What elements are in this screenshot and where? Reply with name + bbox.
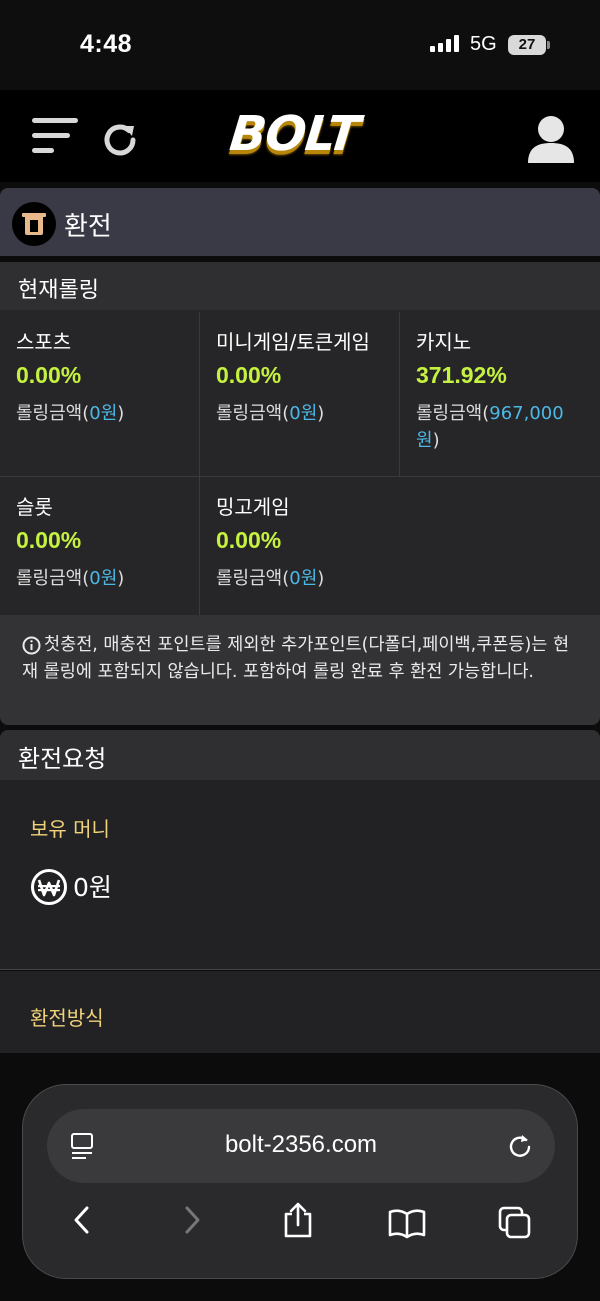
withdraw-icon: [12, 202, 56, 246]
rolling-card-minigame: 미니게임/토큰게임 0.00% 롤링금액(0원): [200, 312, 400, 477]
battery-tip: [547, 41, 550, 49]
network-type: 5G: [470, 33, 497, 55]
page-title-bar: 환전: [0, 188, 600, 256]
share-icon[interactable]: [281, 1201, 315, 1239]
rolling-percent: 0.00%: [216, 527, 282, 553]
rolling-amount: 롤링금액(0원): [16, 568, 125, 589]
money-section: 보유 머니 0원: [0, 780, 600, 970]
notice-text: 첫충전, 매충전 포인트를 제외한 추가포인트(다폴더,페이백,쿠폰등)는 현재…: [22, 635, 570, 682]
back-icon[interactable]: [67, 1205, 97, 1235]
rolling-name: 스포츠: [16, 330, 72, 354]
refresh-icon[interactable]: [100, 120, 140, 160]
request-heading-bar: 환전요청: [0, 730, 600, 780]
rolling-percent: 0.00%: [216, 362, 282, 388]
browser-toolbar: bolt-2356.com: [22, 1084, 578, 1279]
rolling-card-casino: 카지노 371.92% 롤링금액(967,000원): [400, 312, 600, 477]
user-icon[interactable]: [526, 115, 576, 163]
address-bar[interactable]: bolt-2356.com: [47, 1109, 555, 1183]
method-section: 환전방식: [0, 971, 600, 1053]
rolling-card-slot: 슬롯 0.00% 롤링금액(0원): [0, 477, 200, 615]
tabs-icon[interactable]: [497, 1205, 533, 1241]
request-heading: 환전요청: [18, 745, 107, 773]
rolling-name: 밍고게임: [216, 495, 290, 519]
reload-icon[interactable]: [505, 1131, 535, 1161]
balance-value: 0원: [73, 873, 112, 902]
bookmarks-icon[interactable]: [387, 1207, 427, 1239]
rolling-notice: 첫충전, 매충전 포인트를 제외한 추가포인트(다폴더,페이백,쿠폰등)는 현재…: [0, 615, 600, 725]
rolling-percent: 0.00%: [16, 362, 82, 388]
rolling-percent: 371.92%: [416, 362, 507, 388]
rolling-name: 카지노: [416, 330, 472, 354]
clock: 4:48: [80, 30, 133, 58]
rolling-amount: 롤링금액(0원): [216, 403, 325, 424]
rolling-amount: 롤링금액(0원): [16, 403, 125, 424]
menu-icon[interactable]: [32, 118, 80, 158]
battery-icon: 27: [508, 35, 546, 55]
app-header: BOLT: [0, 90, 600, 182]
page-title: 환전: [64, 212, 112, 242]
rolling-card-sports: 스포츠 0.00% 롤링금액(0원): [0, 312, 200, 477]
rolling-amount: 롤링금액(967,000원): [416, 403, 564, 451]
status-bar: 4:48 5G 27: [0, 0, 600, 90]
rolling-card-mingo: 밍고게임 0.00% 롤링금액(0원): [200, 477, 600, 615]
money-label: 보유 머니: [30, 817, 110, 841]
rolling-percent: 0.00%: [16, 527, 82, 553]
rolling-heading-bar: 현재롤링: [0, 262, 600, 310]
rolling-name: 슬롯: [16, 495, 53, 519]
url-text: bolt-2356.com: [224, 1131, 378, 1158]
won-icon: [31, 869, 67, 905]
rolling-amount: 롤링금액(0원): [216, 568, 325, 589]
rolling-heading: 현재롤링: [18, 278, 99, 303]
rolling-name: 미니게임/토큰게임: [216, 330, 370, 354]
method-label: 환전방식: [30, 1006, 104, 1030]
forward-icon[interactable]: [177, 1205, 207, 1235]
bolt-logo[interactable]: BOLT: [227, 106, 375, 166]
signal-icon: [430, 34, 459, 52]
rolling-panel: 현재롤링 스포츠 0.00% 롤링금액(0원) 미니게임/토큰게임 0.00% …: [0, 262, 600, 615]
